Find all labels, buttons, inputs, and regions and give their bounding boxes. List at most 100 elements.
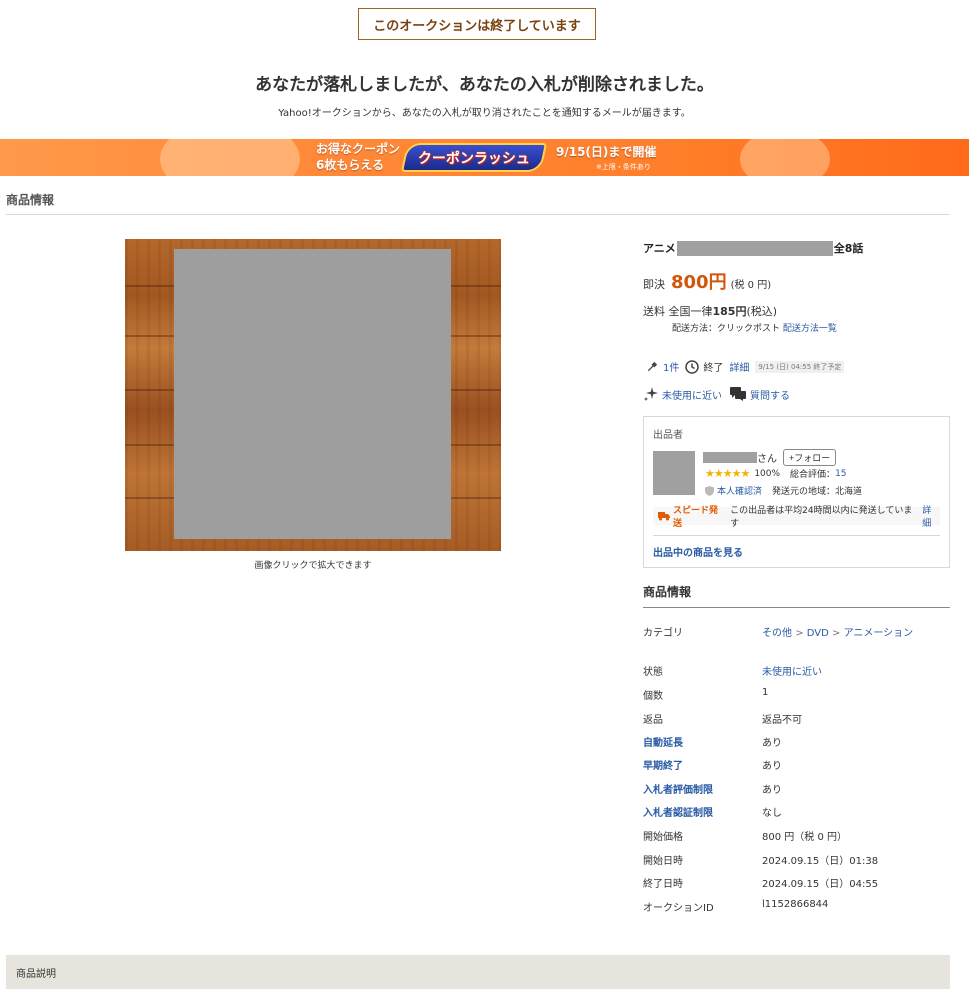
page-subline: Yahoo!オークションから、あなたの入札が取り消されたことを通知するメールが届… [278,108,691,119]
banner-logo-text: クーポンラッシュ [418,150,530,167]
condition-link[interactable]: 未使用に近い [662,387,722,402]
seller-items-link[interactable]: 出品中の商品を見る [653,544,743,559]
shipping-methods-link[interactable]: 配送方法一覧 [783,324,837,334]
truck-icon [658,511,670,521]
price-value: 800円 [671,272,727,293]
sparkle-icon [643,386,659,402]
banner-glow-right [740,139,830,176]
condition-value-link[interactable]: 未使用に近い [762,663,822,678]
speed-shipping-notice: スピード発送 この出品者は平均24時間以内に発送しています 詳細 [653,506,940,529]
info-row-condition: 状態 未使用に近い [643,663,950,678]
auction-ended-label: このオークションは終了しています [373,18,581,34]
banner-left-line1: お得なクーポン [316,142,401,156]
info-value: あり [762,738,782,749]
item-title: アニメ 全8話 [643,240,863,256]
info-key: オークションID [643,903,714,914]
category-link[interactable]: DVD [807,628,829,639]
redacted-seller-name[interactable] [703,452,757,463]
bid-count-link[interactable]: 1件 [663,359,679,374]
detail-link[interactable]: 詳細 [729,359,749,374]
info-row-end-time: 終了日時 2024.09.15（日）04:55 [643,875,950,890]
section-title: 商品情報 [6,193,55,207]
info-value: あり [762,785,782,796]
total-rating-link[interactable]: 15 [835,469,846,479]
auction-meta: 1件 終了 詳細 9/15 (日) 04:55 終了予定 [645,359,845,374]
description-header: 商品説明 [6,955,950,989]
total-rating-label: 総合評価： [790,470,836,480]
price-label: 即決 [643,278,665,291]
shipping-label: 送料 [643,305,665,318]
bidder-auth-limit-link[interactable]: 入札者認証制限 [643,804,762,819]
speed-shipping-text: この出品者は平均24時間以内に発送しています [730,506,913,529]
banner-logo: クーポンラッシュ [400,143,548,172]
info-row-early-end: 早期終了 あり [643,757,950,772]
bidder-rating-limit-link[interactable]: 入札者評価制限 [643,781,762,796]
info-key: 個数 [643,691,663,702]
category-link[interactable]: アニメーション [844,628,914,639]
shield-icon [705,485,714,496]
category-link[interactable]: その他 [762,628,792,639]
info-row-auction-id: オークションID l1152866844 [643,899,950,914]
verified-link[interactable]: 本人確認済 [717,484,762,497]
seller-box: 出品者 さん +フォロー ★★★★★ 100% 総合評価： 15 本人確認済 発… [643,416,950,568]
info-key: 終了日時 [643,879,683,890]
seller-verification: 本人確認済 発送元の地域：北海道 [705,484,862,497]
info-row-bidder-rating-limit: 入札者評価制限 あり [643,781,950,796]
star-rating-icon: ★★★★★ [705,467,750,480]
info-value: 2024.09.15（日）01:38 [762,856,879,867]
info-row-quantity: 個数 1 [643,687,950,702]
info-value: 800 円（税 0 円） [762,832,847,843]
info-row-start-time: 開始日時 2024.09.15（日）01:38 [643,852,950,867]
description-label: 商品説明 [16,968,56,980]
clock-icon [685,359,700,374]
info-key: 開始日時 [643,856,683,867]
info-row-bidder-auth-limit: 入札者認証制限 なし [643,804,950,819]
early-end-link[interactable]: 早期終了 [643,757,762,772]
section-divider [6,214,950,215]
item-title-suffix: 全8話 [833,242,864,255]
info-key: 開始価格 [643,832,683,843]
info-key: 状態 [643,667,663,678]
info-value: 1 [762,687,769,698]
redacted-image-area [174,249,451,539]
item-title-prefix: アニメ [643,242,676,255]
item-info-divider [643,607,950,608]
banner-left-line2: 6枚もらえる [316,158,384,172]
chat-bubble-icon [730,386,746,402]
info-row-returns: 返品 返品不可 [643,711,950,726]
price-block: 即決 800円 (税 0 円) [643,268,771,294]
coupon-banner[interactable]: お得なクーポン 6枚もらえる クーポンラッシュ 9/15(日)まで開催 ※上限・… [0,139,969,176]
category-label: カテゴリ [643,628,683,639]
info-key: 返品 [643,715,663,726]
info-value: あり [762,761,782,772]
follow-button[interactable]: +フォロー [783,449,837,466]
item-info-title: 商品情報 [643,585,692,599]
ask-question-link[interactable]: 質問する [750,387,790,402]
category-row: カテゴリ その他 > DVD > アニメーション [643,624,950,639]
gavel-icon [645,360,659,374]
shipping-method-text: 配送方法：クリックポスト [672,324,781,334]
info-row-start-price: 開始価格 800 円（税 0 円） [643,828,950,843]
seller-region: 発送元の地域：北海道 [772,487,863,497]
info-value: 2024.09.15（日）04:55 [762,879,879,890]
shipping-price: 185円 [712,305,747,318]
seller-header: 出品者 [653,430,683,441]
shipping-value-prefix: 全国一律 [668,305,713,318]
auction-ended-notice: このオークションは終了しています [358,8,596,40]
speed-shipping-tag: スピード発送 [673,506,719,529]
info-value: l1152866844 [762,899,829,910]
seller-name-suffix: さん [757,454,777,465]
shipping-tax-note: (税込) [746,305,778,318]
speed-shipping-detail-link[interactable]: 詳細 [922,503,940,529]
end-time-note: 9/15 (日) 04:55 終了予定 [755,360,845,373]
product-image[interactable] [125,239,501,551]
info-value: 返品不可 [762,715,802,726]
ended-status: 終了 [703,363,724,374]
auto-extend-link[interactable]: 自動延長 [643,734,762,749]
shipping-method: 配送方法：クリックポスト 配送方法一覧 [672,321,837,334]
condition-question-row: 未使用に近い 質問する [643,386,790,402]
banner-left-text: お得なクーポン 6枚もらえる [316,141,400,173]
rating-percent: 100% [754,468,781,479]
seller-avatar[interactable] [653,451,695,495]
seller-name: さん +フォロー [703,449,837,466]
